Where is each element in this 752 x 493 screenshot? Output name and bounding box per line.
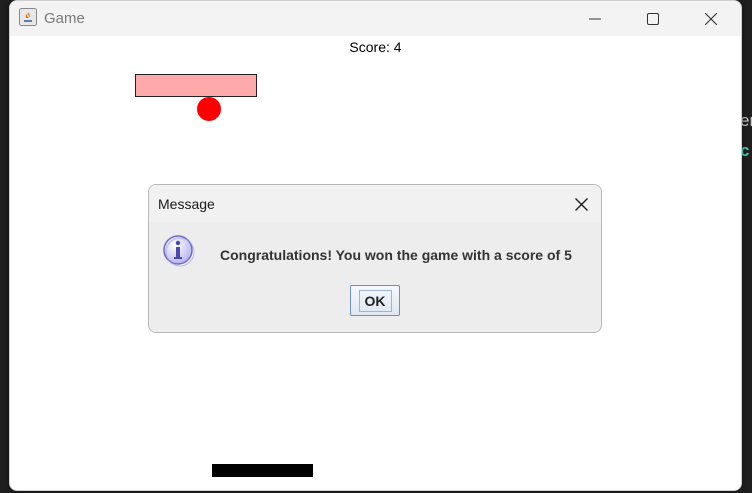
message-dialog: Message Congratulations! You won the gam… [148,184,602,333]
close-icon [574,197,588,211]
ball [197,97,221,121]
info-icon [162,234,196,268]
ok-button-label: OK [358,289,392,312]
dialog-title: Message [158,196,215,212]
dialog-message: Congratulations! You won the game with a… [220,247,572,263]
window-title: Game [44,10,85,27]
title-bar[interactable]: Game [10,1,741,36]
ok-button[interactable]: OK [350,285,400,316]
maximize-icon [647,12,659,25]
close-button[interactable] [682,1,740,36]
game-canvas[interactable]: Score: 4 Message Congratulations! You wo… [10,36,741,490]
game-window: Game Score: 4 Message Congratulations! Y… [9,0,742,491]
maximize-button[interactable] [624,1,682,36]
paddle[interactable] [212,464,313,477]
score-label: Score: 4 [349,39,402,55]
minimize-button[interactable] [566,1,624,36]
java-icon [19,8,37,26]
minimize-icon [589,18,601,19]
close-icon [705,12,717,25]
dialog-title-bar[interactable]: Message [149,185,601,222]
brick [135,74,257,97]
dialog-close-button[interactable] [563,191,599,217]
